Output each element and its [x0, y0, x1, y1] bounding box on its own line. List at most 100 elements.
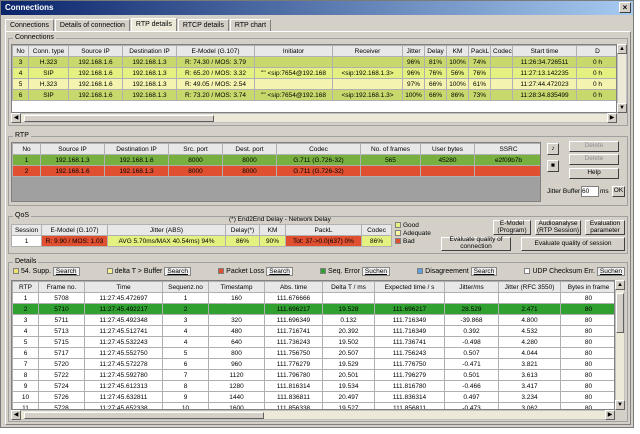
- scroll-down-icon[interactable]: ▼: [617, 103, 627, 113]
- evaluate-session-button[interactable]: Evaluate quality of session: [521, 237, 625, 251]
- details-column-header[interactable]: Delta T / ms: [322, 281, 375, 293]
- details-row[interactable]: 2 5710 11:27:45.492217 2 111.696217 19.528 111…: [12, 303, 614, 315]
- rtp-row[interactable]: 1 192.168.1.3 192.168.1.6 8000 8000 G.711 (G.…: [12, 154, 540, 166]
- details-column-header[interactable]: Abs. time: [264, 281, 323, 293]
- details-row[interactable]: 10 5726 11:27:45.632811 9 1440 111.836811 20.4…: [12, 391, 614, 403]
- rtp-column-header[interactable]: No. of frames: [360, 143, 421, 155]
- connections-column-header[interactable]: PackL: [468, 45, 491, 57]
- connections-column-header[interactable]: Destination IP: [122, 45, 177, 57]
- details-row[interactable]: 6 5717 11:27:45.552750 5 800 111.756750 20.507…: [12, 347, 614, 359]
- details-row[interactable]: 7 5720 11:27:45.572278 6 960 111.776279 19.529…: [12, 358, 614, 370]
- jitter-buffer-input[interactable]: [581, 186, 599, 197]
- connections-column-header[interactable]: E-Model (G.107): [176, 45, 255, 57]
- qos-column-header[interactable]: PackL: [285, 224, 362, 236]
- connections-grid[interactable]: No Conn. type Source IP Destination IP E-Mod…: [11, 44, 617, 113]
- close-icon[interactable]: ×: [619, 2, 631, 13]
- rtp-column-header[interactable]: User bytes: [420, 143, 475, 155]
- scroll-up-icon[interactable]: ▲: [617, 44, 627, 54]
- details-scroll-right-icon[interactable]: ▶: [605, 410, 615, 420]
- connections-row[interactable]: 6 SIP 192.168.1.6 192.168.1.3 R: 73.20 / MOS…: [12, 89, 616, 101]
- tab-rtp-details[interactable]: RTP details: [130, 18, 177, 32]
- connections-column-header[interactable]: Receiver: [332, 45, 403, 57]
- scroll-left-icon[interactable]: ◀: [11, 113, 21, 123]
- connections-column-header[interactable]: Conn. type: [28, 45, 69, 57]
- details-hscroll-thumb[interactable]: [24, 412, 264, 419]
- connections-column-header[interactable]: No: [12, 45, 29, 57]
- details-column-header[interactable]: Bytes in frame: [560, 281, 614, 293]
- help-button[interactable]: Help: [569, 168, 619, 179]
- rtp-column-header[interactable]: Source IP: [40, 143, 105, 155]
- details-column-header[interactable]: RTP: [12, 281, 39, 293]
- qos-column-header[interactable]: Delay(*): [225, 224, 260, 236]
- details-row[interactable]: 8 5722 11:27:45.592780 7 1120 111.796780 20.50…: [12, 369, 614, 381]
- connections-column-header[interactable]: Start time: [512, 45, 577, 57]
- details-row[interactable]: 3 5711 11:27:45.492348 3 320 111.696349 0.132 1…: [12, 314, 614, 326]
- filter-search-link[interactable]: Suchen: [596, 267, 625, 276]
- speaker-icon[interactable]: ♪: [547, 143, 559, 155]
- connections-cell: [332, 56, 403, 68]
- emodel-button[interactable]: E-Model (Program): [493, 220, 531, 235]
- delete-button-2[interactable]: Delete: [569, 154, 619, 165]
- details-column-header[interactable]: Expected time / s: [374, 281, 445, 293]
- connections-column-header[interactable]: KM: [446, 45, 469, 57]
- details-scroll-left-icon[interactable]: ◀: [11, 410, 21, 420]
- scroll-thumb[interactable]: [24, 115, 214, 122]
- details-row[interactable]: 5 5715 11:27:45.532243 4 640 111.736243 19.502…: [12, 336, 614, 348]
- details-column-header[interactable]: Time: [84, 281, 163, 293]
- connections-column-header[interactable]: Codec: [490, 45, 513, 57]
- rtp-column-header[interactable]: SSRC: [474, 143, 540, 155]
- details-column-header[interactable]: Frame no.: [38, 281, 85, 293]
- connections-column-header[interactable]: Delay: [424, 45, 447, 57]
- details-scroll-down-icon[interactable]: ▼: [615, 400, 625, 410]
- qos-column-header[interactable]: Jitter (ABS): [107, 224, 226, 236]
- rtp-row[interactable]: 2 192.168.1.6 192.168.1.3 8000 8000 G.711 (G.…: [12, 165, 540, 177]
- filter-search-link[interactable]: Search: [470, 267, 498, 276]
- details-row[interactable]: 1 5708 11:27:45.472697 1 160 111.676666 80: [12, 292, 614, 304]
- rtp-column-header[interactable]: No: [12, 143, 41, 155]
- details-scroll-up-icon[interactable]: ▲: [615, 280, 625, 290]
- details-group-label: Details: [13, 258, 39, 265]
- details-column-header[interactable]: Sequenz.no: [162, 281, 209, 293]
- evaluation-parameter-button[interactable]: Evaluation parameter: [585, 220, 625, 235]
- connections-row[interactable]: 5 H.323 192.168.1.6 192.168.1.3 R: 49.05 / M…: [12, 78, 616, 90]
- connections-column-header[interactable]: D: [576, 45, 616, 57]
- qos-row[interactable]: 1 R: 9.90 / MOS: 1.03 AVG 5.70ms/MAX 40.54…: [11, 235, 392, 247]
- filter-search-link[interactable]: Suchen: [361, 267, 390, 276]
- rtp-column-header[interactable]: Destination IP: [104, 143, 169, 155]
- qos-column-header[interactable]: Codec: [361, 224, 392, 236]
- save-icon[interactable]: ■: [547, 160, 559, 172]
- details-row[interactable]: 4 5713 11:27:45.512741 4 480 111.716741 20.392…: [12, 325, 614, 337]
- qos-column-header[interactable]: KM: [259, 224, 286, 236]
- filter-search-link[interactable]: Search: [164, 267, 191, 276]
- connections-vscrollbar[interactable]: ▲ ▼: [617, 44, 627, 113]
- details-column-header[interactable]: Jitter/ms: [444, 281, 499, 293]
- details-hscrollbar[interactable]: ◀ ▶: [11, 410, 615, 420]
- filter-search-link[interactable]: Search: [266, 267, 293, 276]
- details-cell: 4: [162, 336, 209, 348]
- qos-column-header[interactable]: Session: [11, 224, 42, 236]
- scroll-right-icon[interactable]: ▶: [607, 113, 617, 123]
- connections-column-header[interactable]: Jitter: [402, 45, 425, 57]
- details-grid[interactable]: RTP Frame no. Time Sequenz.no Timestamp Abs. …: [11, 280, 615, 410]
- details-column-header[interactable]: Timestamp: [208, 281, 265, 293]
- details-column-header[interactable]: Jitter (RFC 3550): [498, 281, 561, 293]
- connections-row[interactable]: 3 H.323 192.168.1.6 192.168.1.3 R: 74.30 / M…: [12, 56, 616, 68]
- filter-search-link[interactable]: Search: [52, 267, 80, 276]
- details-vscrollbar[interactable]: ▲ ▼: [615, 280, 625, 410]
- evaluate-connection-button[interactable]: Evaluate quality of connection: [441, 236, 511, 251]
- connections-hscrollbar[interactable]: ◀ ▶: [11, 113, 617, 123]
- connections-row[interactable]: 4 SIP 192.168.1.6 192.168.1.3 R: 65.20 / MOS…: [12, 67, 616, 79]
- connections-column-header[interactable]: Source IP: [68, 45, 123, 57]
- connections-column-header[interactable]: Initiator: [254, 45, 333, 57]
- rtp-column-header[interactable]: Codec: [276, 143, 361, 155]
- details-scroll-thumb[interactable]: [616, 293, 624, 333]
- details-row[interactable]: 9 5724 11:27:45.612313 8 1280 111.816314 19.53…: [12, 380, 614, 392]
- rtp-grid[interactable]: No Source IP Destination IP Src. port Dest. …: [11, 142, 541, 202]
- ok-button[interactable]: OK: [612, 186, 625, 197]
- rtp-column-header[interactable]: Dest. port: [222, 143, 277, 155]
- delete-button[interactable]: Delete: [569, 141, 619, 152]
- audioanalyse-button[interactable]: Audioanalyse (RTP Session): [535, 220, 581, 235]
- details-row[interactable]: 11 5728 11:27:45.652338 10 1600 111.856338 19.…: [12, 402, 614, 409]
- qos-column-header[interactable]: E-Model (G.107): [41, 224, 108, 236]
- rtp-column-header[interactable]: Src. port: [168, 143, 223, 155]
